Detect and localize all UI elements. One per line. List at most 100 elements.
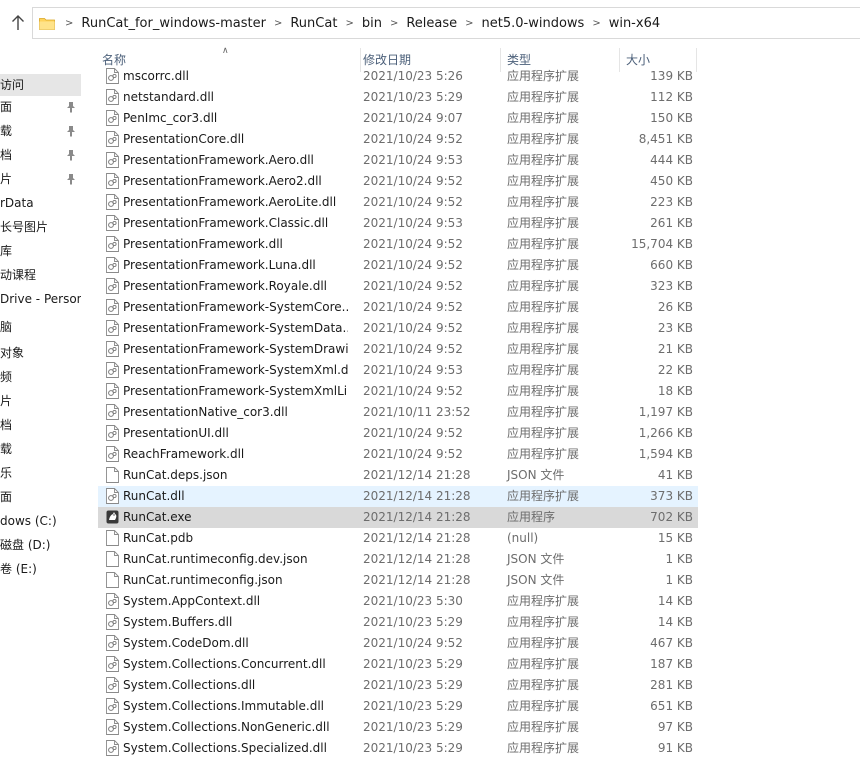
file-row[interactable]: RunCat.exe 2021/12/14 21:28 应用程序 702 KB bbox=[98, 507, 698, 528]
file-row[interactable]: PenImc_cor3.dll 2021/10/24 9:07 应用程序扩展 150 … bbox=[98, 108, 698, 129]
sidebar-item[interactable]: 长号图片 bbox=[0, 216, 81, 238]
sidebar-item[interactable]: 动课程 bbox=[0, 264, 81, 286]
file-name[interactable]: System.CodeDom.dll bbox=[123, 633, 348, 654]
file-name[interactable]: PresentationFramework-SystemDrawi... bbox=[123, 339, 348, 360]
sidebar-item[interactable]: 访问 bbox=[0, 74, 81, 96]
file-name[interactable]: RunCat.exe bbox=[123, 507, 348, 528]
breadcrumb-segment[interactable]: Release bbox=[406, 16, 457, 31]
file-row[interactable]: mscorrc.dll 2021/10/23 5:26 应用程序扩展 139 KB bbox=[98, 66, 698, 87]
sidebar-item[interactable]: 片 bbox=[0, 168, 81, 190]
file-name[interactable]: mscorrc.dll bbox=[123, 66, 348, 87]
file-name[interactable]: netstandard.dll bbox=[123, 87, 348, 108]
file-name[interactable]: PresentationFramework.AeroLite.dll bbox=[123, 192, 348, 213]
breadcrumb-separator-icon[interactable]: > bbox=[592, 18, 600, 29]
file-name[interactable]: PresentationUI.dll bbox=[123, 423, 348, 444]
sidebar-item[interactable]: 档 bbox=[0, 144, 81, 166]
file-name[interactable]: PresentationFramework.Luna.dll bbox=[123, 255, 348, 276]
file-name[interactable]: PresentationFramework-SystemData.... bbox=[123, 318, 348, 339]
file-name[interactable]: PresentationCore.dll bbox=[123, 129, 348, 150]
sidebar-item[interactable]: 卷 (E:) bbox=[0, 558, 81, 580]
file-row[interactable]: netstandard.dll 2021/10/23 5:29 应用程序扩展 112 … bbox=[98, 87, 698, 108]
sidebar-item[interactable]: 面 bbox=[0, 486, 81, 508]
file-row[interactable]: PresentationNative_cor3.dll 2021/10/11 23… bbox=[98, 402, 698, 423]
sidebar-item[interactable]: Drive - Persona bbox=[0, 288, 81, 310]
file-row[interactable]: RunCat.deps.json 2021/12/14 21:28 JSON 文件 4… bbox=[98, 465, 698, 486]
file-name[interactable]: RunCat.deps.json bbox=[123, 465, 348, 486]
file-name[interactable]: PresentationFramework.Aero.dll bbox=[123, 150, 348, 171]
file-row[interactable]: System.Collections.NonGeneric.dll 2021/10… bbox=[98, 717, 698, 738]
file-name[interactable]: PresentationFramework.Royale.dll bbox=[123, 276, 348, 297]
breadcrumb-separator-icon[interactable]: > bbox=[465, 18, 473, 29]
file-name[interactable]: PresentationFramework.Classic.dll bbox=[123, 213, 348, 234]
breadcrumb-segment[interactable]: RunCat_for_windows-master bbox=[81, 16, 266, 31]
file-name[interactable]: PenImc_cor3.dll bbox=[123, 108, 348, 129]
sidebar-item[interactable]: 脑 bbox=[0, 316, 81, 338]
sidebar-item[interactable]: 对象 bbox=[0, 342, 81, 364]
file-row[interactable]: System.Collections.Immutable.dll 2021/10/… bbox=[98, 696, 698, 717]
file-row[interactable]: PresentationFramework.AeroLite.dll 2021/1… bbox=[98, 192, 698, 213]
breadcrumb-segment[interactable]: RunCat bbox=[290, 16, 337, 31]
sidebar-item[interactable]: 频 bbox=[0, 366, 81, 388]
up-arrow-icon[interactable] bbox=[7, 12, 29, 34]
file-row[interactable]: RunCat.dll 2021/12/14 21:28 应用程序扩展 373 KB bbox=[98, 486, 698, 507]
sidebar-item[interactable]: 磁盘 (D:) bbox=[0, 534, 81, 556]
file-name[interactable]: System.Collections.Specialized.dll bbox=[123, 738, 348, 759]
file-row[interactable]: PresentationFramework.Luna.dll 2021/10/24… bbox=[98, 255, 698, 276]
file-name[interactable]: ReachFramework.dll bbox=[123, 444, 348, 465]
file-name[interactable]: System.Buffers.dll bbox=[123, 612, 348, 633]
breadcrumb-separator-icon[interactable]: > bbox=[65, 18, 73, 29]
file-name[interactable]: System.Collections.dll bbox=[123, 675, 348, 696]
file-row[interactable]: RunCat.runtimeconfig.dev.json 2021/12/14 … bbox=[98, 549, 698, 570]
file-row[interactable]: System.Collections.Concurrent.dll 2021/10… bbox=[98, 654, 698, 675]
file-row[interactable]: PresentationFramework-SystemXml.dll 2021/… bbox=[98, 360, 698, 381]
sidebar-item[interactable]: dows (C:) bbox=[0, 510, 81, 532]
file-name[interactable]: PresentationFramework.dll bbox=[123, 234, 348, 255]
file-row[interactable]: System.Collections.dll 2021/10/23 5:29 应用程… bbox=[98, 675, 698, 696]
file-row[interactable]: PresentationFramework-SystemData.... 2021… bbox=[98, 318, 698, 339]
file-name[interactable]: PresentationFramework.Aero2.dll bbox=[123, 171, 348, 192]
file-row[interactable]: PresentationFramework-SystemXmlLi... 2021… bbox=[98, 381, 698, 402]
file-row[interactable]: PresentationFramework.Classic.dll 2021/10… bbox=[98, 213, 698, 234]
file-row[interactable]: PresentationFramework-SystemDrawi... 2021… bbox=[98, 339, 698, 360]
file-name[interactable]: PresentationFramework-SystemXml.dll bbox=[123, 360, 348, 381]
file-name[interactable]: System.Collections.NonGeneric.dll bbox=[123, 717, 348, 738]
sidebar-item[interactable]: 面 bbox=[0, 96, 81, 118]
file-name[interactable]: RunCat.runtimeconfig.dev.json bbox=[123, 549, 348, 570]
file-name[interactable]: PresentationFramework-SystemXmlLi... bbox=[123, 381, 348, 402]
breadcrumb-segment[interactable]: bin bbox=[362, 16, 382, 31]
file-name[interactable]: RunCat.runtimeconfig.json bbox=[123, 570, 348, 591]
breadcrumb-separator-icon[interactable]: > bbox=[390, 18, 398, 29]
sidebar-item[interactable]: 片 bbox=[0, 390, 81, 412]
sidebar-item[interactable]: 库 bbox=[0, 240, 81, 262]
sidebar-item[interactable]: 档 bbox=[0, 414, 81, 436]
file-row[interactable]: ReachFramework.dll 2021/10/24 9:52 应用程序扩展 1… bbox=[98, 444, 698, 465]
file-row[interactable]: RunCat.pdb 2021/12/14 21:28 (null) 15 KB bbox=[98, 528, 698, 549]
address-bar[interactable]: > RunCat_for_windows-master > RunCat > bin > Re… bbox=[32, 7, 860, 39]
file-row[interactable]: PresentationFramework-SystemCore.... 2021… bbox=[98, 297, 698, 318]
file-name[interactable]: RunCat.dll bbox=[123, 486, 348, 507]
breadcrumb-separator-icon[interactable]: > bbox=[274, 18, 282, 29]
file-row[interactable]: System.CodeDom.dll 2021/10/24 9:52 应用程序扩展 4… bbox=[98, 633, 698, 654]
breadcrumb-segment[interactable]: win-x64 bbox=[609, 16, 660, 31]
file-row[interactable]: System.Buffers.dll 2021/10/23 5:29 应用程序扩展 1… bbox=[98, 612, 698, 633]
file-name[interactable]: System.Collections.Concurrent.dll bbox=[123, 654, 348, 675]
file-name[interactable]: RunCat.pdb bbox=[123, 528, 348, 549]
file-row[interactable]: System.AppContext.dll 2021/10/23 5:30 应用程序… bbox=[98, 591, 698, 612]
file-row[interactable]: RunCat.runtimeconfig.json 2021/12/14 21:2… bbox=[98, 570, 698, 591]
file-name[interactable]: PresentationNative_cor3.dll bbox=[123, 402, 348, 423]
file-row[interactable]: System.Collections.Specialized.dll 2021/1… bbox=[98, 738, 698, 759]
file-name[interactable]: System.Collections.Immutable.dll bbox=[123, 696, 348, 717]
breadcrumb-separator-icon[interactable]: > bbox=[345, 18, 353, 29]
file-name[interactable]: PresentationFramework-SystemCore.... bbox=[123, 297, 348, 318]
file-row[interactable]: PresentationFramework.Royale.dll 2021/10/… bbox=[98, 276, 698, 297]
file-row[interactable]: PresentationFramework.Aero2.dll 2021/10/2… bbox=[98, 171, 698, 192]
sidebar-item[interactable]: 乐 bbox=[0, 462, 81, 484]
file-row[interactable]: PresentationUI.dll 2021/10/24 9:52 应用程序扩展 1… bbox=[98, 423, 698, 444]
file-row[interactable]: PresentationFramework.dll 2021/10/24 9:52… bbox=[98, 234, 698, 255]
file-row[interactable]: PresentationCore.dll 2021/10/24 9:52 应用程序扩… bbox=[98, 129, 698, 150]
sidebar-item[interactable]: 载 bbox=[0, 438, 81, 460]
file-name[interactable]: System.AppContext.dll bbox=[123, 591, 348, 612]
breadcrumb-segment[interactable]: net5.0-windows bbox=[482, 16, 585, 31]
sidebar-item[interactable]: rData bbox=[0, 192, 81, 214]
sidebar-item[interactable]: 载 bbox=[0, 120, 81, 142]
